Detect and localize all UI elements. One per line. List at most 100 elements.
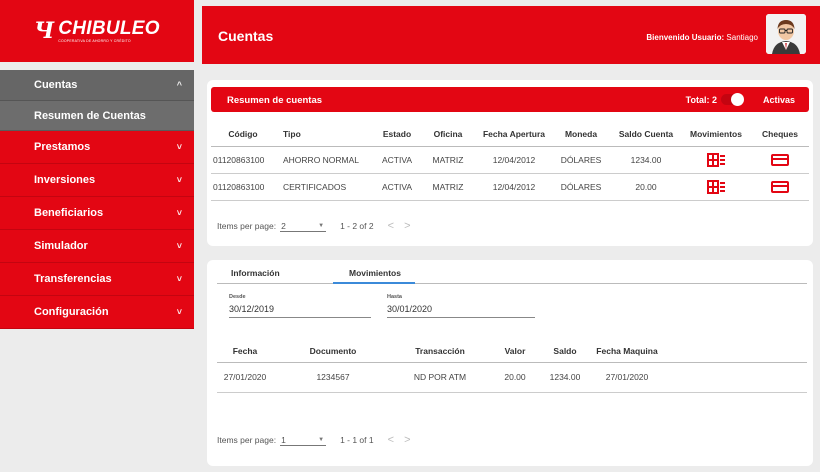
sidebar-item-simulador[interactable]: Simulador ˅ — [0, 230, 194, 263]
activas-toggle[interactable] — [721, 93, 744, 106]
table-row[interactable]: 01120863100 AHORRO NORMAL ACTIVA MATRIZ … — [211, 146, 809, 174]
logo-mark-icon: Ч — [34, 18, 55, 44]
sidebar-item-cuentas[interactable]: Cuentas ^ — [0, 70, 194, 101]
sidebar-item-resumen-de-cuentas[interactable]: Resumen de Cuentas — [0, 101, 194, 131]
sidebar-item-label: Inversiones — [34, 174, 96, 186]
cell-oficina: MATRIZ — [419, 173, 477, 201]
table-header-row: Código Tipo Estado Oficina Fecha Apertur… — [211, 122, 809, 147]
active-tab-indicator — [333, 282, 415, 284]
cell-documento: 1234567 — [273, 362, 393, 393]
sidebar-item-beneficiarios[interactable]: Beneficiarios ˅ — [0, 197, 194, 230]
items-per-page-select[interactable]: 1 ▼ — [280, 434, 327, 446]
hasta-field[interactable]: Hasta 30/01/2020 — [387, 294, 535, 318]
detail-tabs: Información Movimientos — [217, 268, 807, 284]
sidebar-item-label: Beneficiarios — [34, 207, 104, 219]
cell-movimientos — [681, 173, 751, 201]
dropdown-arrow-icon: ▼ — [318, 222, 325, 229]
sidebar-item-label: Transferencias — [34, 273, 112, 285]
cell-spacer — [667, 362, 807, 393]
cell-fecha-apertura: 12/04/2012 — [477, 173, 551, 201]
table-row[interactable]: 27/01/2020 1234567 ND POR ATM 20.00 1234… — [217, 362, 807, 393]
sidebar-item-label: Simulador — [34, 240, 88, 252]
sidebar-item-label: Prestamos — [34, 141, 91, 153]
page-title: Cuentas — [218, 28, 274, 44]
column-header: Transacción — [393, 340, 487, 363]
page-nav: <> — [388, 434, 421, 446]
column-spacer — [667, 340, 807, 363]
chevron-down-icon: ˅ — [176, 208, 182, 218]
page-range: 1 - 2 of 2 — [340, 221, 374, 231]
user-avatar-icon — [766, 14, 806, 54]
next-page-button[interactable]: > — [404, 434, 420, 446]
avatar[interactable] — [766, 14, 806, 54]
cell-saldo: 1234.00 — [611, 146, 681, 174]
sidebar-item-configuracion[interactable]: Configuración ˅ — [0, 296, 194, 329]
chevron-down-icon: ˅ — [176, 307, 182, 317]
chevron-down-icon: ˅ — [176, 274, 182, 284]
cell-tipo: CERTIFICADOS — [275, 173, 375, 201]
cell-codigo: 01120863100 — [211, 173, 275, 201]
detail-card: Información Movimientos Desde 30/12/2019… — [207, 260, 813, 466]
column-header: Estado — [375, 122, 419, 147]
brand-logo[interactable]: Ч CHIBULEO COOPERATIVA DE AHORRO Y CRÉDI… — [0, 0, 194, 62]
chevron-down-icon: ˅ — [176, 142, 182, 152]
sidebar-item-transferencias[interactable]: Transferencias ˅ — [0, 263, 194, 296]
column-header: Fecha Maquina — [587, 340, 667, 363]
summary-card: Resumen de cuentas Total: 2 Activas Códi… — [207, 80, 813, 246]
toggle-label: Activas — [762, 95, 795, 105]
hasta-input[interactable]: 30/01/2020 — [387, 304, 535, 318]
logo-name: CHIBULEO — [58, 18, 160, 39]
top-header: Cuentas Bienvenido Usuario: Santiago — [202, 6, 820, 64]
hasta-label: Hasta — [387, 294, 402, 300]
dropdown-arrow-icon: ▼ — [318, 436, 325, 443]
card-icon[interactable] — [771, 180, 789, 193]
accounts-table: Código Tipo Estado Oficina Fecha Apertur… — [211, 122, 809, 201]
ledger-icon[interactable] — [707, 179, 725, 194]
page-range: 1 - 1 of 1 — [340, 435, 374, 445]
sidebar-item-label: Cuentas — [34, 79, 78, 91]
page-nav: <> — [388, 220, 421, 232]
chevron-down-icon: ˅ — [176, 175, 182, 185]
chevron-down-icon: ˅ — [176, 241, 182, 251]
tab-informacion[interactable]: Información — [231, 268, 280, 278]
desde-field[interactable]: Desde 30/12/2019 — [229, 294, 371, 318]
next-page-button[interactable]: > — [404, 220, 420, 232]
cell-saldo: 1234.00 — [543, 362, 587, 393]
cell-moneda: DÓLARES — [551, 173, 611, 201]
welcome-prefix: Bienvenido Usuario: — [646, 33, 725, 42]
sidebar: Ч CHIBULEO COOPERATIVA DE AHORRO Y CRÉDI… — [0, 0, 194, 472]
prev-page-button[interactable]: < — [388, 220, 404, 232]
toggle-knob — [731, 93, 744, 106]
sidebar-item-inversiones[interactable]: Inversiones ˅ — [0, 164, 194, 197]
items-per-page-select[interactable]: 2 ▼ — [280, 220, 327, 232]
user-name: Santiago — [724, 33, 758, 42]
ledger-icon[interactable] — [707, 152, 725, 167]
items-per-page-value: 1 — [281, 434, 286, 445]
column-header: Oficina — [419, 122, 477, 147]
cell-codigo: 01120863100 — [211, 146, 275, 174]
cell-estado: ACTIVA — [375, 173, 419, 201]
column-header: Documento — [273, 340, 393, 363]
table-header-row: Fecha Documento Transacción Valor Saldo … — [217, 340, 807, 363]
cell-tipo: AHORRO NORMAL — [275, 146, 375, 174]
column-header: Código — [211, 122, 275, 147]
column-header: Fecha Apertura — [477, 122, 551, 147]
cell-movimientos — [681, 146, 751, 174]
prev-page-button[interactable]: < — [388, 434, 404, 446]
sidebar-item-label: Configuración — [34, 306, 109, 318]
logo-tagline: COOPERATIVA DE AHORRO Y CRÉDITO — [58, 39, 131, 43]
column-header: Moneda — [551, 122, 611, 147]
card-icon[interactable] — [771, 153, 789, 166]
logo-text: CHIBULEO COOPERATIVA DE AHORRO Y CRÉDITO — [58, 19, 160, 43]
summary-card-header: Resumen de cuentas Total: 2 Activas — [211, 87, 809, 112]
column-header: Saldo Cuenta — [611, 122, 681, 147]
table-row[interactable]: 01120863100 CERTIFICADOS ACTIVA MATRIZ 1… — [211, 173, 809, 201]
sidebar-item-prestamos[interactable]: Prestamos ˅ — [0, 131, 194, 164]
desde-input[interactable]: 30/12/2019 — [229, 304, 371, 318]
items-per-page-value: 2 — [281, 220, 286, 231]
tab-movimientos[interactable]: Movimientos — [349, 268, 401, 278]
cell-fecha-maquina: 27/01/2020 — [587, 362, 667, 393]
cell-fecha-apertura: 12/04/2012 — [477, 146, 551, 174]
cell-moneda: DÓLARES — [551, 146, 611, 174]
sidebar-item-label: Resumen de Cuentas — [34, 109, 146, 122]
